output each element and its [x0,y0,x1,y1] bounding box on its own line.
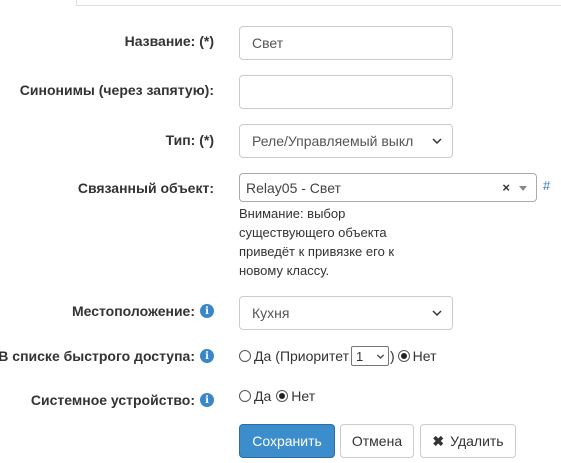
location-label: Местоположение: i [72,303,214,319]
name-input-value: Свет [252,35,284,51]
chevron-down-icon [376,354,385,359]
caret-down-icon[interactable] [516,181,530,195]
synonyms-label: Синонимы (через запятую): [19,82,214,98]
chevron-down-icon [432,138,442,145]
linked-object-select[interactable]: Relay05 - Свет × [239,173,537,202]
location-select-value: Кухня [252,305,290,321]
system-device-no-label: Нет [291,388,316,404]
priority-label: (Приоритет [275,348,349,364]
priority-select[interactable]: 1 [351,346,389,366]
panel-top-border [76,0,561,6]
type-label: Тип: (*) [165,132,214,148]
type-select-value: Реле/Управляемый выкл [252,133,414,149]
system-device-yes-radio[interactable] [239,390,251,402]
quick-access-label: В списке быстрого доступа: i [0,348,214,364]
location-select[interactable]: Кухня [239,296,453,330]
priority-select-value: 1 [356,348,364,364]
save-button[interactable]: Сохранить [239,424,335,458]
info-icon[interactable]: i [200,393,214,407]
type-select[interactable]: Реле/Управляемый выкл [239,124,453,158]
quick-access-radios: Да (Приоритет 1 ) Нет [239,346,437,366]
system-device-yes-label: Да [254,388,272,404]
chevron-down-icon [432,310,442,317]
quick-access-no-radio[interactable] [397,350,410,362]
delete-button[interactable]: ✖ Удалить [420,424,516,458]
close-icon: ✖ [432,432,445,449]
linked-object-warning: Внимание: выбор существующего объекта пр… [239,206,395,278]
clear-icon[interactable]: × [502,180,510,195]
name-input[interactable]: Свет [239,26,453,60]
system-device-radios: Да Нет [239,388,315,404]
system-device-label: Системное устройство: i [31,392,214,408]
system-device-no-radio[interactable] [276,390,289,402]
linked-object-label: Связанный объект: [77,180,214,196]
linked-object-link[interactable]: # [543,178,550,193]
name-label: Название: (*) [124,33,214,49]
linked-object-value: Relay05 - Свет [246,179,341,196]
cancel-button[interactable]: Отмена [340,424,414,458]
quick-access-yes-label: Да [254,348,272,364]
quick-access-yes-radio[interactable] [239,350,251,362]
info-icon[interactable]: i [200,304,214,318]
quick-access-no-label: Нет [412,348,437,364]
info-icon[interactable]: i [200,349,214,363]
synonyms-input[interactable] [239,75,453,109]
